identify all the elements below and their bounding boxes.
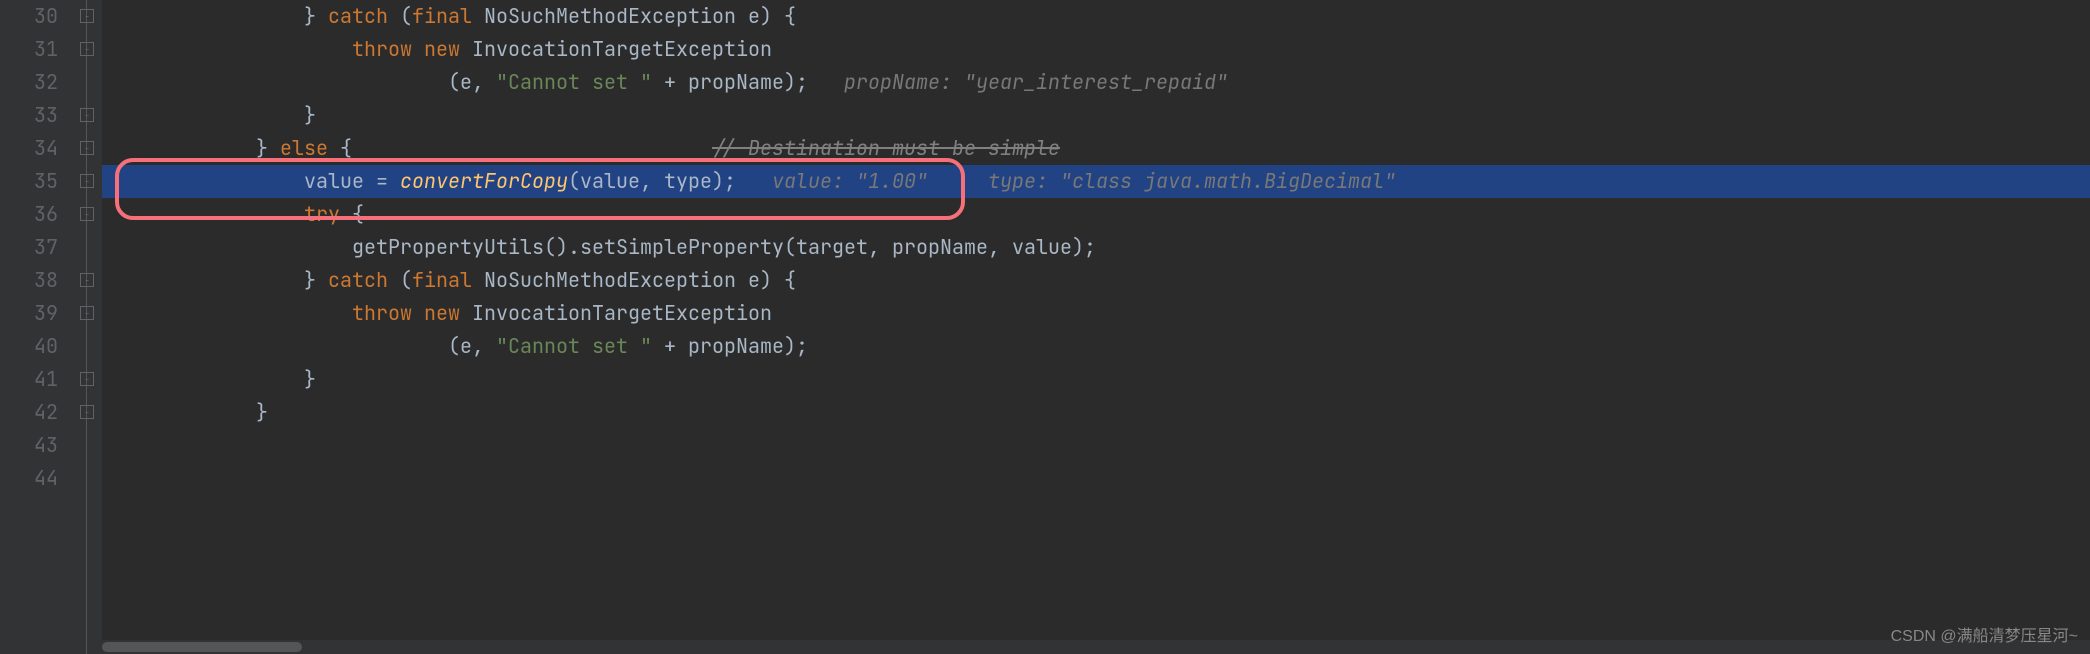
- code-line[interactable]: try {: [102, 198, 2090, 231]
- code-token: NoSuchMethodException e) {: [484, 3, 796, 29]
- fold-marker-icon[interactable]: −: [80, 42, 94, 56]
- code-token: // Destination must be simple: [712, 135, 1060, 161]
- code-line[interactable]: }: [102, 363, 2090, 396]
- line-number: 34: [0, 132, 58, 165]
- code-line[interactable]: } catch (final NoSuchMethodException e) …: [102, 264, 2090, 297]
- scrollbar-thumb[interactable]: [102, 642, 302, 652]
- code-token: "Cannot set ": [496, 69, 652, 95]
- line-number: 39: [0, 297, 58, 330]
- fold-marker-icon[interactable]: −: [80, 306, 94, 320]
- code-token: + propName);: [652, 333, 808, 359]
- code-token: (: [400, 3, 412, 29]
- code-line[interactable]: [102, 462, 2090, 495]
- line-number: 40: [0, 330, 58, 363]
- line-number: 35: [0, 165, 58, 198]
- code-token: }: [256, 135, 280, 161]
- fold-marker-icon[interactable]: −: [80, 273, 94, 287]
- code-line[interactable]: (e, "Cannot set " + propName);: [102, 330, 2090, 363]
- code-token: (e,: [448, 69, 496, 95]
- fold-marker-icon[interactable]: −: [80, 207, 94, 221]
- code-token: "Cannot set ": [496, 333, 652, 359]
- fold-marker-icon[interactable]: −: [80, 372, 94, 386]
- code-token: try: [304, 201, 352, 227]
- line-number: 41: [0, 363, 58, 396]
- horizontal-scrollbar[interactable]: [102, 640, 2090, 654]
- code-token: getPropertyUtils().setSimpleProperty(tar…: [352, 234, 1096, 260]
- code-editor[interactable]: 303132333435363738394041424344 −−−−−−−−−…: [0, 0, 2090, 654]
- code-line[interactable]: } catch (final NoSuchMethodException e) …: [102, 0, 2090, 33]
- code-token: NoSuchMethodException e) {: [484, 267, 796, 293]
- code-line[interactable]: [102, 429, 2090, 462]
- fold-marker-icon[interactable]: −: [80, 141, 94, 155]
- fold-gutter: − − − − − − − − − −: [78, 0, 102, 654]
- code-token: throw new: [352, 36, 472, 62]
- code-token: }: [304, 102, 316, 128]
- line-number-gutter: 303132333435363738394041424344: [0, 0, 78, 654]
- code-token: value: "1.00" type: "class java.math.Big…: [772, 168, 1396, 194]
- code-line[interactable]: (e, "Cannot set " + propName); propName:…: [102, 66, 2090, 99]
- fold-marker-icon[interactable]: −: [80, 174, 94, 188]
- line-number: 44: [0, 462, 58, 495]
- code-token: throw new: [352, 300, 472, 326]
- code-line[interactable]: } else { // Destination must be simple: [102, 132, 2090, 165]
- code-token: catch: [328, 267, 400, 293]
- code-token: final: [412, 267, 484, 293]
- code-token: + propName);: [652, 69, 844, 95]
- fold-marker-icon[interactable]: −: [80, 108, 94, 122]
- line-number: 43: [0, 429, 58, 462]
- code-token: (e,: [448, 333, 496, 359]
- code-token: }: [304, 267, 328, 293]
- code-token: {: [340, 135, 712, 161]
- code-token: }: [304, 366, 316, 392]
- code-line[interactable]: value = convertForCopy(value, type); val…: [102, 165, 2090, 198]
- line-number: 32: [0, 66, 58, 99]
- code-token: final: [412, 3, 484, 29]
- code-token: propName: "year_interest_repaid": [844, 69, 1228, 95]
- code-line[interactable]: }: [102, 99, 2090, 132]
- code-token: value =: [304, 168, 400, 194]
- code-token: else: [280, 135, 340, 161]
- fold-marker-icon[interactable]: −: [80, 9, 94, 23]
- code-line[interactable]: }: [102, 396, 2090, 429]
- code-token: (: [400, 267, 412, 293]
- code-line[interactable]: throw new InvocationTargetException: [102, 33, 2090, 66]
- code-line[interactable]: throw new InvocationTargetException: [102, 297, 2090, 330]
- code-line[interactable]: getPropertyUtils().setSimpleProperty(tar…: [102, 231, 2090, 264]
- code-token: }: [304, 3, 328, 29]
- code-token: {: [352, 201, 364, 227]
- fold-marker-icon[interactable]: −: [80, 405, 94, 419]
- line-number: 38: [0, 264, 58, 297]
- line-number: 31: [0, 33, 58, 66]
- code-area[interactable]: } catch (final NoSuchMethodException e) …: [102, 0, 2090, 654]
- watermark: CSDN @满船清梦压星河~: [1891, 622, 2078, 646]
- line-number: 30: [0, 0, 58, 33]
- code-token: convertForCopy: [400, 168, 568, 194]
- code-token: catch: [328, 3, 400, 29]
- line-number: 42: [0, 396, 58, 429]
- code-token: InvocationTargetException: [472, 36, 772, 62]
- code-token: }: [256, 399, 268, 425]
- line-number: 33: [0, 99, 58, 132]
- line-number: 37: [0, 231, 58, 264]
- line-number: 36: [0, 198, 58, 231]
- code-token: InvocationTargetException: [472, 300, 772, 326]
- code-token: (value, type);: [568, 168, 772, 194]
